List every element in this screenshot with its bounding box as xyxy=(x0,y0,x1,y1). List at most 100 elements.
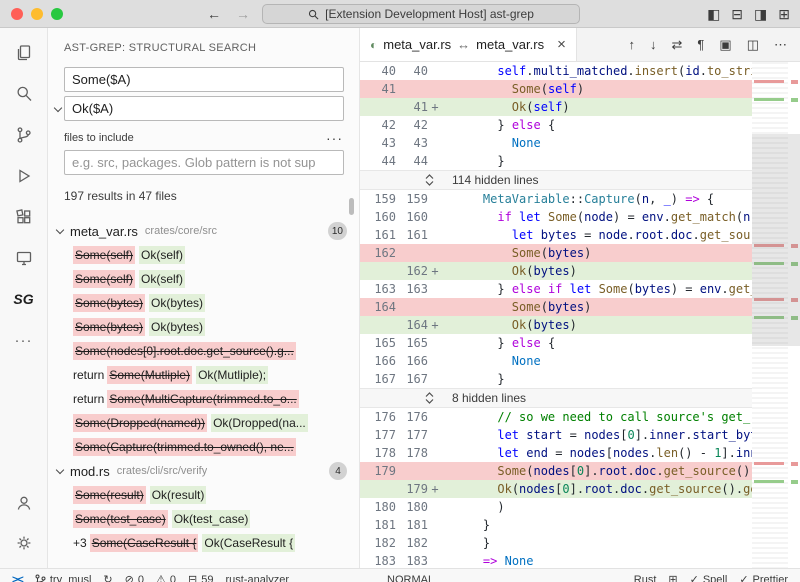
activity-search-button[interactable] xyxy=(8,79,40,109)
chevron-down-icon[interactable] xyxy=(54,104,62,112)
ruler-diff-mark xyxy=(791,98,798,102)
minimap-slider[interactable] xyxy=(752,134,800,346)
match-row[interactable]: Some(self)Ok(self) xyxy=(48,267,359,291)
match-removed-text: Some(bytes) xyxy=(73,294,145,312)
pattern-input[interactable] xyxy=(64,67,344,92)
match-row[interactable]: Some(Dropped(named))Ok(Dropped(na... xyxy=(48,411,359,435)
language-status[interactable]: Rust xyxy=(628,569,663,582)
zoom-window-button[interactable] xyxy=(51,8,63,20)
branch-icon xyxy=(35,574,46,582)
rust-analyzer-status[interactable]: rust-analyzer xyxy=(219,569,295,582)
match-row[interactable]: Some(nodes[0].root.doc.get_source().g... xyxy=(48,339,359,363)
new-line-number: 42 xyxy=(396,116,428,134)
unfold-icon[interactable] xyxy=(424,391,435,405)
vim-mode-status[interactable]: NORMAL xyxy=(381,569,440,582)
activity-ast-grep-button[interactable]: SG xyxy=(8,284,40,314)
problems-status[interactable]: ⊘0 xyxy=(119,569,150,582)
spell-status[interactable]: ✓Spell xyxy=(684,569,734,582)
diff-lines: 4040 self.multi_matched.insert(id.to_str… xyxy=(360,62,752,570)
diff-line: 162+ Ok(bytes) xyxy=(360,262,752,280)
minimap-diff-mark xyxy=(754,80,784,83)
activity-source-control-button[interactable] xyxy=(8,120,40,150)
match-row[interactable]: return Some(Mutliple)Ok(Mutliple); xyxy=(48,363,359,387)
settings-button[interactable] xyxy=(8,528,40,558)
activity-extensions-button[interactable] xyxy=(8,202,40,232)
tasks-status[interactable]: ⊟59 xyxy=(182,569,219,582)
files-include-input[interactable] xyxy=(64,150,344,175)
tab-label-right: meta_var.rs xyxy=(476,37,544,52)
result-file-group[interactable]: mod.rscrates/cli/src/verify4 xyxy=(48,459,359,483)
match-added-text: Ok(self) xyxy=(139,270,185,288)
editor-layout-status[interactable]: ⊞ xyxy=(662,569,683,582)
problems-status-label: 0 xyxy=(138,574,144,582)
code-text: Ok(self) xyxy=(442,98,752,116)
diff-file-icon: ◐ xyxy=(370,38,377,52)
activity-explorer-button[interactable] xyxy=(8,38,40,68)
toggle-inline-view-button[interactable]: ▣ xyxy=(719,37,731,53)
back-button[interactable]: ← xyxy=(207,6,221,22)
forward-button[interactable]: → xyxy=(236,6,250,22)
match-row[interactable]: Some(test_case)Ok(test_case) xyxy=(48,507,359,531)
more-actions-button[interactable]: ··· xyxy=(326,130,343,146)
remote-status[interactable]: >< xyxy=(6,569,29,582)
unfold-icon[interactable] xyxy=(424,173,435,187)
diff-sign xyxy=(428,152,442,170)
match-row[interactable]: Some(bytes)Ok(bytes) xyxy=(48,315,359,339)
close-tab-button[interactable]: × xyxy=(557,36,566,53)
old-line-number: 40 xyxy=(360,62,396,80)
code-text: let bytes = node.root.doc.get_source xyxy=(442,226,752,244)
match-row[interactable]: +3 Some(CaseResult {Ok(CaseResult { xyxy=(48,531,359,555)
diff-line: 179 Some(nodes[0].root.doc.get_source(). xyxy=(360,462,752,480)
activity-remote-explorer-button[interactable] xyxy=(8,243,40,273)
toggle-secondary-sidebar-icon[interactable]: ◨ xyxy=(754,6,767,23)
match-row[interactable]: Some(Capture(trimmed.to_owned(), ne... xyxy=(48,435,359,459)
match-row[interactable]: Some(self)Ok(self) xyxy=(48,243,359,267)
activity-run-debug-button[interactable] xyxy=(8,161,40,191)
swap-sides-button[interactable]: ⇄ xyxy=(672,37,683,53)
hidden-lines-band[interactable]: 114 hidden lines xyxy=(360,170,752,190)
close-window-button[interactable] xyxy=(11,8,23,20)
check-icon: ✓ xyxy=(739,573,748,582)
old-line-number: 42 xyxy=(360,116,396,134)
code-text: self.multi_matched.insert(id.to_string( xyxy=(442,62,752,80)
customize-layout-icon[interactable]: ⊞ xyxy=(778,6,790,23)
rewrite-input[interactable] xyxy=(64,96,344,121)
search-sidebar: AST-GREP: STRUCTURAL SEARCH files to inc… xyxy=(48,28,360,582)
more-actions-button[interactable]: ⋯ xyxy=(774,37,787,53)
match-context: return xyxy=(73,392,104,406)
diff-line: 180180 ) xyxy=(360,498,752,516)
toggle-panel-icon[interactable]: ⊟ xyxy=(731,6,743,23)
match-row[interactable]: Some(bytes)Ok(bytes) xyxy=(48,291,359,315)
branch-status[interactable]: try_musl xyxy=(29,569,98,582)
account-button[interactable] xyxy=(8,488,40,518)
split-editor-button[interactable]: ◫ xyxy=(747,37,759,53)
new-line-number: 162 xyxy=(396,262,428,280)
tab-meta-var-diff[interactable]: ◐ meta_var.rs ↔ meta_var.rs × xyxy=(360,28,577,61)
diff-line: 164 Some(bytes) xyxy=(360,298,752,316)
toggle-whitespace-button[interactable]: ¶ xyxy=(697,37,704,52)
hidden-lines-band[interactable]: 8 hidden lines xyxy=(360,388,752,408)
files-icon xyxy=(14,43,34,63)
match-removed-text: Some(CaseResult { xyxy=(90,534,199,552)
match-added-text: Ok(result) xyxy=(150,486,207,504)
prettier-status[interactable]: ✓ Prettier xyxy=(733,569,794,582)
match-removed-text: Some(test_case) xyxy=(73,510,168,528)
toggle-primary-sidebar-icon[interactable]: ◧ xyxy=(707,6,720,23)
match-row[interactable]: return Some(MultiCapture(trimmed.to_o... xyxy=(48,387,359,411)
new-line-number: 44 xyxy=(396,152,428,170)
results-list: meta_var.rscrates/core/src10Some(self)Ok… xyxy=(48,207,359,555)
match-row[interactable]: Some(result)Ok(result) xyxy=(48,483,359,507)
activity-more-button[interactable]: ··· xyxy=(8,325,40,355)
next-change-button[interactable]: ↓ xyxy=(650,37,657,52)
previous-change-button[interactable]: ↑ xyxy=(629,37,636,52)
minimize-window-button[interactable] xyxy=(31,8,43,20)
diff-sign: + xyxy=(428,480,442,498)
prettier-status-label: Prettier xyxy=(753,574,788,582)
match-count-badge: 10 xyxy=(328,222,347,240)
command-center[interactable]: [Extension Development Host] ast-grep xyxy=(262,4,580,24)
sidebar-scrollbar[interactable] xyxy=(349,198,354,215)
warnings-status[interactable]: ⚠0 xyxy=(150,569,182,582)
diff-line: 181181 } xyxy=(360,516,752,534)
sync-status[interactable]: ↻ xyxy=(97,569,118,582)
result-file-group[interactable]: meta_var.rscrates/core/src10 xyxy=(48,219,359,243)
